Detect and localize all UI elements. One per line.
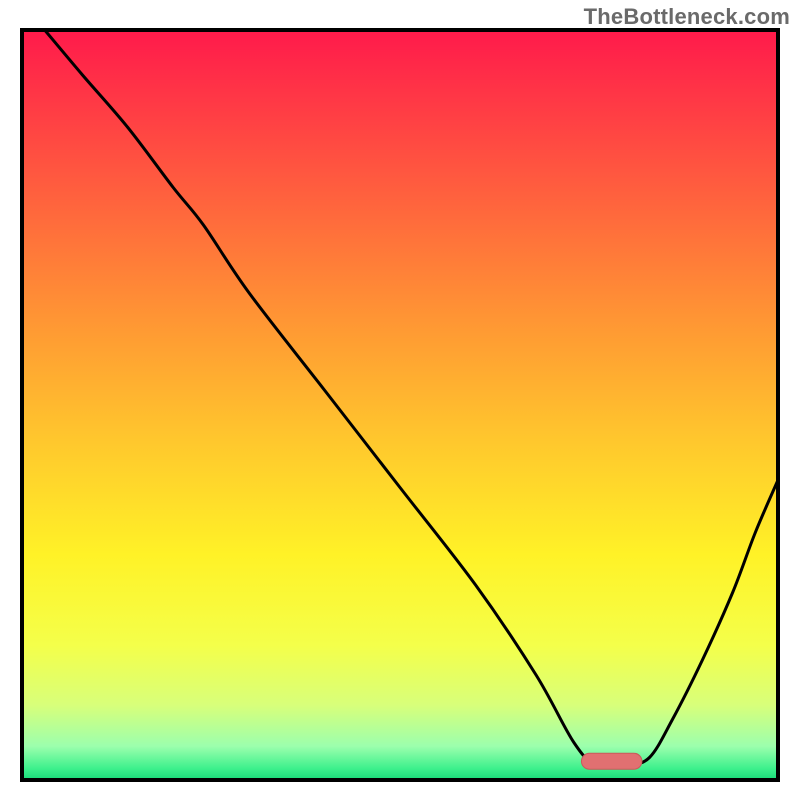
bottleneck-chart (0, 0, 800, 800)
gradient-background (22, 30, 778, 780)
optimum-marker (581, 753, 641, 769)
watermark-label: TheBottleneck.com (584, 4, 790, 30)
chart-stage: TheBottleneck.com (0, 0, 800, 800)
